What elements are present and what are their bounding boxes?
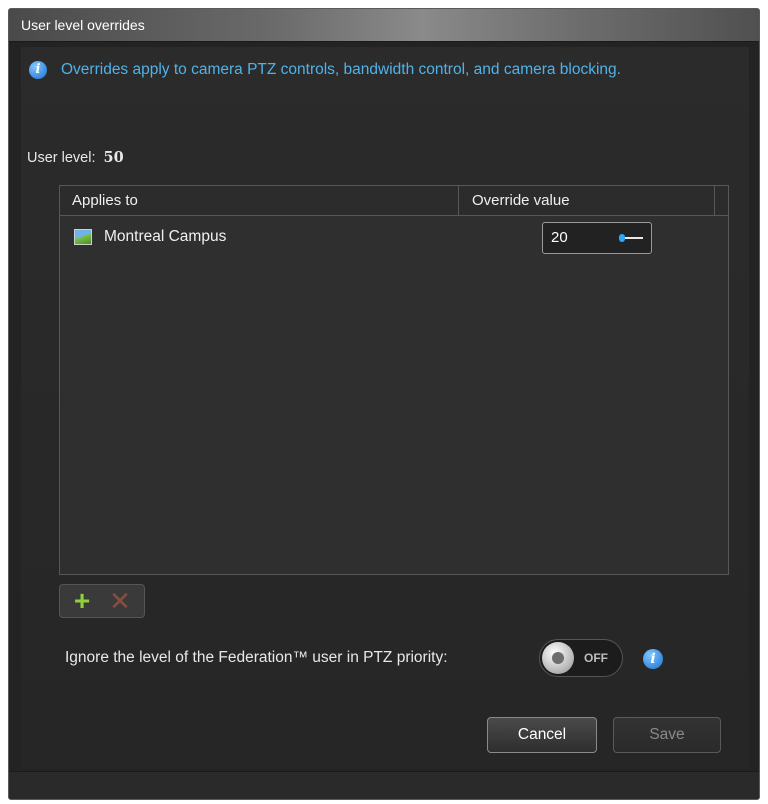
cancel-button[interactable]: Cancel	[487, 717, 597, 753]
user-level: User level: 50	[27, 149, 124, 166]
override-value-input[interactable]: 20	[542, 222, 652, 254]
overrides-table: Applies to Override value Montreal Campu…	[59, 185, 729, 575]
info-icon[interactable]: i	[643, 649, 663, 669]
toggle-knob	[542, 642, 574, 674]
column-divider[interactable]	[458, 186, 459, 216]
table-row[interactable]: Montreal Campus 20	[60, 216, 728, 260]
info-text: Overrides apply to camera PTZ controls, …	[61, 61, 621, 78]
table-header: Applies to Override value	[60, 186, 728, 216]
info-message: i Overrides apply to camera PTZ controls…	[29, 59, 701, 81]
info-icon: i	[29, 61, 47, 79]
toggle-state: OFF	[584, 651, 608, 665]
column-header-override-value[interactable]: Override value	[472, 192, 570, 209]
column-header-applies-to[interactable]: Applies to	[72, 192, 138, 209]
user-level-label: User level:	[27, 150, 96, 166]
user-level-overrides-dialog: User level overrides i Overrides apply t…	[8, 8, 760, 800]
dialog-footer	[9, 771, 759, 799]
window-title: User level overrides	[21, 17, 145, 33]
override-slider-handle[interactable]	[619, 234, 625, 242]
plus-icon[interactable]: +	[68, 587, 96, 615]
x-icon[interactable]: ✕	[106, 588, 134, 614]
title-bar[interactable]: User level overrides	[9, 9, 759, 42]
save-button[interactable]: Save	[613, 717, 721, 753]
row-applies-to: Montreal Campus	[104, 228, 227, 245]
federation-label: Ignore the level of the Federation™ user…	[65, 649, 448, 666]
override-value: 20	[551, 229, 568, 246]
federation-toggle[interactable]: OFF	[539, 639, 623, 677]
column-divider[interactable]	[714, 186, 715, 216]
table-toolbar: + ✕	[59, 584, 145, 618]
user-level-value: 50	[103, 149, 124, 166]
site-icon	[74, 229, 92, 245]
